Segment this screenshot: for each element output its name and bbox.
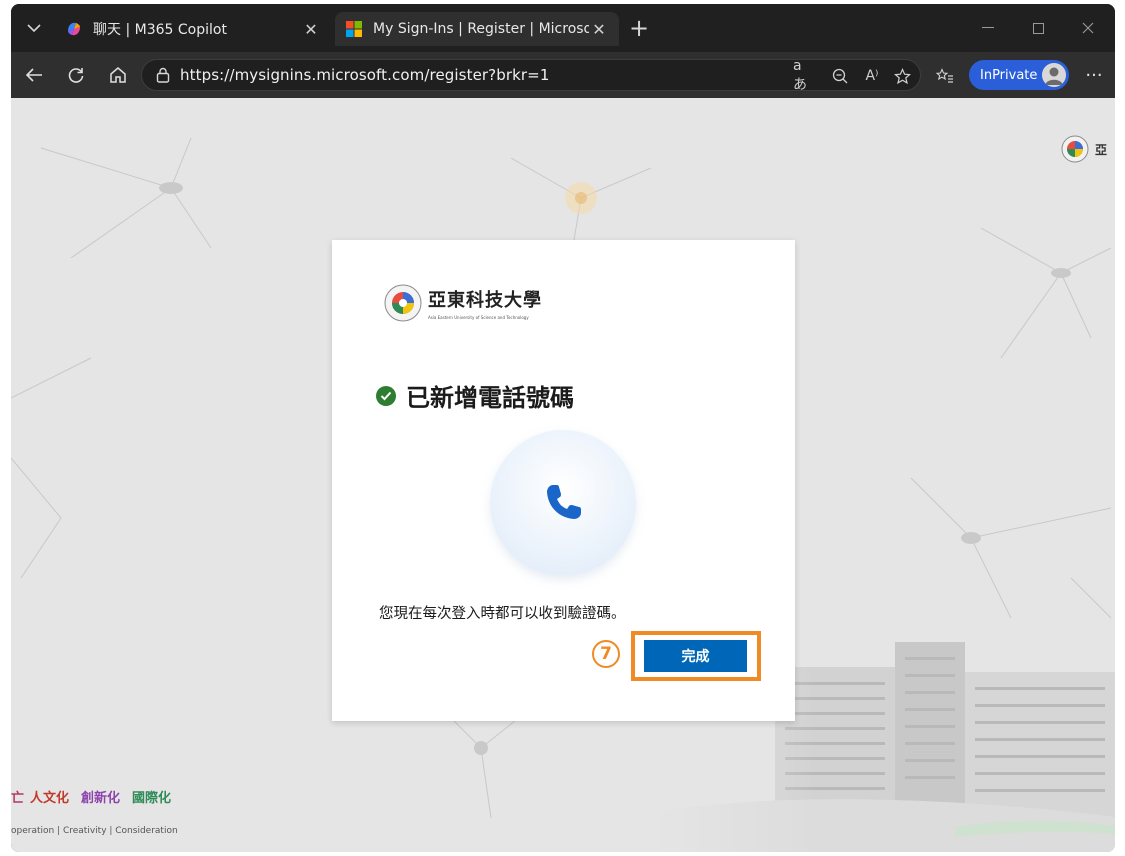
tab-actions-menu-icon[interactable]: [19, 14, 49, 42]
tab-my-sign-ins[interactable]: My Sign-Ins | Register | Microsoft.c ✕: [335, 12, 619, 46]
home-icon[interactable]: [103, 60, 133, 90]
confirmation-message: 您現在每次登入時都可以收到驗證碼。: [379, 606, 626, 622]
phone-icon: [547, 485, 581, 519]
close-tab-icon[interactable]: ✕: [589, 20, 609, 39]
zoom-icon[interactable]: [829, 66, 851, 86]
phone-illustration: [490, 430, 636, 576]
back-icon[interactable]: [19, 60, 49, 90]
step-number-badge: 7: [592, 640, 620, 668]
university-seal-icon: [384, 284, 422, 322]
microsoft-logo-icon: [345, 20, 363, 38]
read-aloud-icon[interactable]: A⁾: [861, 66, 883, 86]
tab-title: My Sign-Ins | Register | Microsoft.c: [373, 21, 589, 37]
corner-university-logo: 亞: [1061, 134, 1109, 164]
dialog-title: 已新增電話號碼: [376, 378, 574, 413]
organization-subtitle: Asia Eastern University of Science and T…: [428, 315, 529, 320]
phone-added-dialog: 亞東科技大學 Asia Eastern University of Scienc…: [332, 240, 795, 721]
inprivate-button[interactable]: InPrivate: [969, 60, 1069, 90]
tab-strip: 聊天 | M365 Copilot ✕ My Sign-Ins | Regist…: [11, 4, 1115, 52]
close-tab-icon[interactable]: ✕: [301, 20, 321, 39]
avatar: [1042, 63, 1066, 87]
url-text: https://mysignins.microsoft.com/register…: [180, 66, 550, 84]
maximize-icon[interactable]: [1015, 4, 1061, 52]
refresh-icon[interactable]: [61, 60, 91, 90]
lock-icon[interactable]: [154, 66, 172, 84]
university-slogan: 亡人文化 創新化 國際化: [11, 787, 171, 806]
university-seal-icon: [1061, 135, 1089, 163]
copilot-icon: [65, 20, 83, 38]
inprivate-label: InPrivate: [980, 67, 1038, 83]
translate-icon[interactable]: aあ: [793, 58, 815, 93]
check-circle-icon: [376, 385, 396, 406]
slogan-part: 人文化: [30, 791, 70, 806]
organization-name: 亞東科技大學: [428, 290, 542, 311]
favorite-star-icon[interactable]: [891, 66, 913, 86]
close-window-icon[interactable]: [1065, 4, 1111, 52]
corner-logo-text: 亞: [1095, 142, 1108, 157]
university-motto: operation | Creativity | Consideration: [11, 826, 178, 836]
done-button[interactable]: 完成: [644, 640, 747, 672]
page-content: 亞 亡人文化 創新化 國際化 operation | Creativity | Co…: [11, 98, 1115, 852]
tab-copilot[interactable]: 聊天 | M365 Copilot ✕: [55, 12, 331, 46]
dialog-title-text: 已新增電話號碼: [406, 384, 574, 412]
slogan-part: 國際化: [132, 791, 172, 806]
new-tab-icon[interactable]: +: [625, 14, 653, 42]
slogan-part: 創新化: [81, 791, 121, 806]
highlight-box: 完成: [631, 631, 761, 681]
browser-window: 聊天 | M365 Copilot ✕ My Sign-Ins | Regist…: [11, 4, 1115, 852]
tab-title: 聊天 | M365 Copilot: [93, 22, 227, 38]
organization-logo: 亞東科技大學 Asia Eastern University of Scienc…: [384, 284, 542, 322]
minimize-icon[interactable]: [965, 4, 1011, 52]
favorites-icon[interactable]: [934, 66, 956, 86]
more-options-icon[interactable]: ···: [1079, 60, 1109, 90]
slogan-part: 亡: [11, 791, 25, 806]
browser-toolbar: https://mysignins.microsoft.com/register…: [11, 52, 1115, 98]
